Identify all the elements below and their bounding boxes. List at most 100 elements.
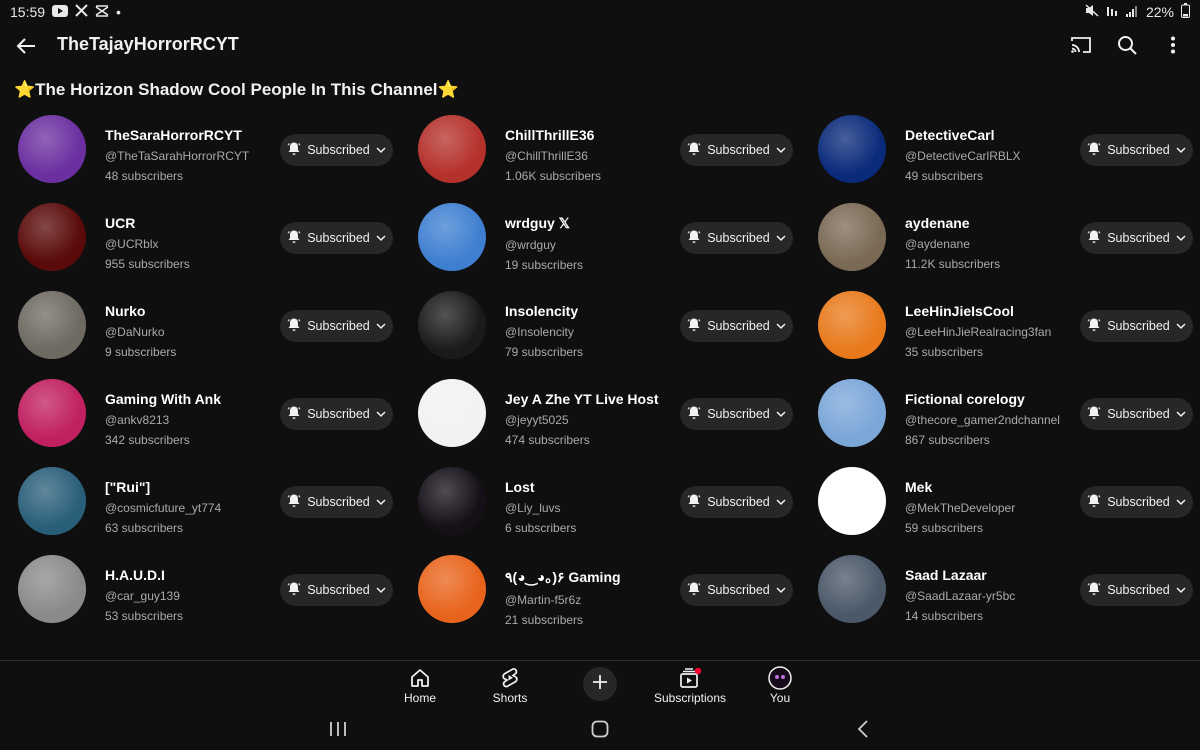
channel-card[interactable]: Jey A Zhe YT Live Host @jeyyt5025 474 su… [418,379,818,447]
channel-name: H.A.U.D.I [105,567,165,583]
channel-card[interactable]: DetectiveCarl @DetectiveCarlRBLX 49 subs… [818,115,1198,183]
channel-card[interactable]: Mek @MekTheDeveloper 59 subscribers Subs… [818,467,1198,535]
channel-avatar[interactable] [18,467,86,535]
channel-info[interactable]: Jey A Zhe YT Live Host @jeyyt5025 474 su… [505,391,680,447]
nav-subscriptions[interactable]: Subscriptions [650,665,730,705]
channel-subscriber-count: 342 subscribers [105,433,190,447]
chevron-down-icon [776,231,786,245]
channel-avatar[interactable] [418,379,486,447]
channel-info[interactable]: wrdguy 𝕏 @wrdguy 19 subscribers [505,215,680,272]
recent-apps-icon[interactable] [329,720,347,743]
nav-home[interactable]: Home [380,665,460,705]
subscribed-button[interactable]: Subscribed [280,222,393,254]
home-system-icon[interactable] [591,720,609,743]
channel-subscriber-count: 49 subscribers [905,169,984,183]
channel-avatar[interactable] [818,115,886,183]
subscribed-button[interactable]: Subscribed [280,310,393,342]
subscribed-button[interactable]: Subscribed [1080,134,1193,166]
channel-avatar[interactable] [418,115,486,183]
channel-card[interactable]: UCR @UCRblx 955 subscribers Subscribed [18,203,418,271]
channel-card[interactable]: ["Rui"] @cosmicfuture_yt774 63 subscribe… [18,467,418,535]
channel-avatar[interactable] [818,291,886,359]
subscribed-button[interactable]: Subscribed [280,398,393,430]
subscribed-button[interactable]: Subscribed [280,574,393,606]
channel-info[interactable]: Lost @Liy_luvs 6 subscribers [505,479,680,535]
channel-avatar[interactable] [18,115,86,183]
channel-card[interactable]: Fictional corelogy @thecore_gamer2ndchan… [818,379,1198,447]
subscribed-button[interactable]: Subscribed [680,134,793,166]
channel-card[interactable]: H.A.U.D.I @car_guy139 53 subscribers Sub… [18,555,418,623]
channel-avatar[interactable] [418,467,486,535]
channel-name: Fictional corelogy [905,391,1025,407]
subscribed-button[interactable]: Subscribed [280,134,393,166]
channel-avatar[interactable] [818,203,886,271]
channel-card[interactable]: Insolencity @Insolencity 79 subscribers … [418,291,818,359]
subscribed-button[interactable]: Subscribed [680,574,793,606]
channel-avatar[interactable] [18,291,86,359]
channel-card[interactable]: Gaming With Ank @ankv8213 342 subscriber… [18,379,418,447]
channel-avatar[interactable] [18,203,86,271]
channel-subscriber-count: 21 subscribers [505,613,584,627]
channel-subscriber-count: 79 subscribers [505,345,584,359]
channel-info[interactable]: ٩(◕‿◕｡)۶ Gaming @Martin-f5r6z 21 subscri… [505,567,680,627]
channel-info[interactable]: TheSaraHorrorRCYT @TheTaSarahHorrorRCYT … [105,127,280,183]
subscribed-button[interactable]: Subscribed [1080,486,1193,518]
search-icon[interactable] [1116,32,1138,58]
channel-card[interactable]: ChillThrillE36 @ChillThrillE36 1.06K sub… [418,115,818,183]
channel-avatar[interactable] [418,291,486,359]
channel-card[interactable]: aydenane @aydenane 11.2K subscribers Sub… [818,203,1198,271]
channel-card[interactable]: Lost @Liy_luvs 6 subscribers Subscribed [418,467,818,535]
channel-info[interactable]: H.A.U.D.I @car_guy139 53 subscribers [105,567,280,623]
channel-card[interactable]: Nurko @DaNurko 9 subscribers Subscribed [18,291,418,359]
channel-info[interactable]: LeeHinJieIsCool @LeeHinJieRealracing3fan… [905,303,1080,359]
channel-info[interactable]: aydenane @aydenane 11.2K subscribers [905,215,1080,271]
channel-info[interactable]: Nurko @DaNurko 9 subscribers [105,303,280,359]
subscribed-button[interactable]: Subscribed [680,222,793,254]
subscribed-button[interactable]: Subscribed [1080,398,1193,430]
channel-info[interactable]: UCR @UCRblx 955 subscribers [105,215,280,271]
back-arrow-icon[interactable] [14,34,38,58]
channel-info[interactable]: Fictional corelogy @thecore_gamer2ndchan… [905,391,1080,447]
subscribed-label: Subscribed [707,583,770,597]
subscribed-button[interactable]: Subscribed [1080,574,1193,606]
channel-avatar[interactable] [818,467,886,535]
channel-card[interactable]: TheSaraHorrorRCYT @TheTaSarahHorrorRCYT … [18,115,418,183]
channel-avatar[interactable] [18,555,86,623]
channel-avatar[interactable] [818,379,886,447]
create-button[interactable] [583,667,617,701]
subscribed-button[interactable]: Subscribed [680,486,793,518]
channel-name: ChillThrillE36 [505,127,595,143]
channel-info[interactable]: ["Rui"] @cosmicfuture_yt774 63 subscribe… [105,479,280,535]
system-back-icon[interactable] [857,720,869,743]
nav-you[interactable]: You [740,665,820,705]
channel-avatar[interactable] [418,203,486,271]
channel-subscriber-count: 63 subscribers [105,521,184,535]
channel-info[interactable]: Gaming With Ank @ankv8213 342 subscriber… [105,391,280,447]
nav-shorts[interactable]: Shorts [470,665,550,705]
channel-name: Lost [505,479,535,495]
signal-icon [1125,4,1139,20]
channel-card[interactable]: LeeHinJieIsCool @LeeHinJieRealracing3fan… [818,291,1198,359]
subscribed-button[interactable]: Subscribed [1080,310,1193,342]
channel-name: aydenane [905,215,970,231]
bell-icon [287,229,301,247]
subscribed-button[interactable]: Subscribed [280,486,393,518]
channel-avatar[interactable] [418,555,486,623]
bell-icon [1087,405,1101,423]
channel-info[interactable]: Saad Lazaar @SaadLazaar-yr5bc 14 subscri… [905,567,1080,623]
cast-icon[interactable] [1070,32,1092,58]
channel-avatar[interactable] [18,379,86,447]
more-options-icon[interactable] [1162,32,1184,58]
channel-card[interactable]: Saad Lazaar @SaadLazaar-yr5bc 14 subscri… [818,555,1198,623]
channel-info[interactable]: Insolencity @Insolencity 79 subscribers [505,303,680,359]
channel-avatar[interactable] [818,555,886,623]
subscribed-button[interactable]: Subscribed [680,398,793,430]
channel-info[interactable]: Mek @MekTheDeveloper 59 subscribers [905,479,1080,535]
channel-card[interactable]: ٩(◕‿◕｡)۶ Gaming @Martin-f5r6z 21 subscri… [418,555,818,627]
subscribed-button[interactable]: Subscribed [1080,222,1193,254]
channel-info[interactable]: ChillThrillE36 @ChillThrillE36 1.06K sub… [505,127,680,183]
subscribed-button[interactable]: Subscribed [680,310,793,342]
channel-info[interactable]: DetectiveCarl @DetectiveCarlRBLX 49 subs… [905,127,1080,183]
channel-card[interactable]: wrdguy 𝕏 @wrdguy 19 subscribers Subscrib… [418,203,818,272]
chevron-down-icon [776,495,786,509]
